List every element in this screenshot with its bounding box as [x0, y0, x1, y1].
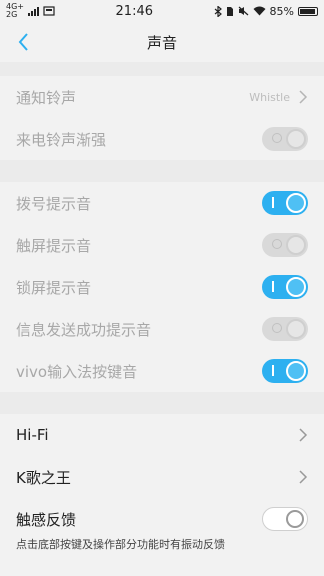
message-icon: [43, 6, 55, 16]
ime-key-tone-toggle[interactable]: [262, 359, 308, 383]
haptic-row: 触感反馈: [0, 498, 324, 540]
toggle-knob: [286, 193, 306, 213]
divider: [0, 160, 324, 182]
dial-tone-toggle[interactable]: [262, 191, 308, 215]
divider: [0, 392, 324, 414]
toggle-on-mark: [272, 281, 274, 292]
toggle-knob: [286, 361, 306, 381]
signal-icon: [28, 6, 39, 16]
status-bar: 4G+ 2G 21:46 85%: [0, 0, 324, 22]
notification-ringtone-label: 通知铃声: [16, 88, 77, 107]
ringtone-section: 通知铃声 Whistle 来电铃声渐强: [0, 76, 324, 160]
toggle-off-mark: [272, 323, 282, 333]
status-left: 4G+ 2G: [6, 3, 55, 19]
toggle-knob: [286, 277, 306, 297]
hifi-row[interactable]: Hi-Fi: [0, 414, 324, 456]
haptic-label: 触感反馈: [16, 510, 77, 529]
battery-percent: 85%: [269, 4, 294, 18]
karaoke-row[interactable]: K歌之王: [0, 456, 324, 498]
carrier-bottom: 2G: [6, 10, 18, 19]
page-title: 声音: [146, 33, 177, 52]
title-bar: 声音: [0, 22, 324, 62]
network-type: 4G+ 2G: [6, 3, 24, 19]
wifi-icon: [253, 6, 266, 16]
touch-tone-row: 触屏提示音: [0, 224, 324, 266]
tones-section: 拨号提示音 触屏提示音 锁屏提示音 信息发送成功提示音 vivo输入法按键音: [0, 182, 324, 392]
hifi-label: Hi-Fi: [16, 426, 49, 444]
back-arrow-icon[interactable]: [12, 30, 36, 54]
ramp-ringtone-row: 来电铃声渐强: [0, 118, 324, 160]
chevron-right-icon: [299, 90, 308, 104]
ime-key-tone-label: vivo输入法按键音: [16, 362, 138, 381]
lock-tone-row: 锁屏提示音: [0, 266, 324, 308]
divider: [0, 62, 324, 76]
dial-tone-label: 拨号提示音: [16, 194, 92, 213]
ramp-ringtone-label: 来电铃声渐强: [16, 130, 107, 149]
toggle-off-mark: [272, 239, 282, 249]
status-right: 85%: [214, 5, 318, 18]
chevron-right-icon: [299, 470, 308, 484]
battery-icon: [297, 6, 318, 16]
ramp-ringtone-toggle[interactable]: [262, 127, 308, 151]
notification-ringtone-value-wrap: Whistle: [249, 90, 308, 104]
ime-key-tone-row: vivo输入法按键音: [0, 350, 324, 392]
notification-ringtone-row[interactable]: 通知铃声 Whistle: [0, 76, 324, 118]
toggle-off-mark: [272, 133, 282, 143]
lock-tone-label: 锁屏提示音: [16, 278, 92, 297]
mute-icon: [238, 6, 248, 16]
sim-icon: [226, 6, 233, 16]
message-sent-tone-toggle[interactable]: [262, 317, 308, 341]
audio-section: Hi-Fi K歌之王 触感反馈 点击底部按键及操作部分功能时有振动反馈: [0, 414, 324, 552]
toggle-knob: [286, 129, 306, 149]
haptic-toggle[interactable]: [262, 507, 308, 531]
message-sent-tone-label: 信息发送成功提示音: [16, 320, 152, 339]
haptic-description: 点击底部按键及操作部分功能时有振动反馈: [16, 538, 225, 551]
dial-tone-row: 拨号提示音: [0, 182, 324, 224]
toggle-knob: [286, 319, 306, 339]
clock: 21:46: [115, 3, 153, 19]
karaoke-label: K歌之王: [16, 468, 71, 487]
toggle-knob: [286, 510, 304, 528]
chevron-right-icon: [299, 428, 308, 442]
message-sent-tone-row: 信息发送成功提示音: [0, 308, 324, 350]
toggle-knob: [286, 235, 306, 255]
touch-tone-toggle[interactable]: [262, 233, 308, 257]
lock-tone-toggle[interactable]: [262, 275, 308, 299]
notification-ringtone-value: Whistle: [249, 90, 290, 104]
touch-tone-label: 触屏提示音: [16, 236, 92, 255]
toggle-on-mark: [272, 365, 274, 376]
bluetooth-icon: [214, 5, 222, 17]
toggle-on-mark: [272, 197, 274, 208]
